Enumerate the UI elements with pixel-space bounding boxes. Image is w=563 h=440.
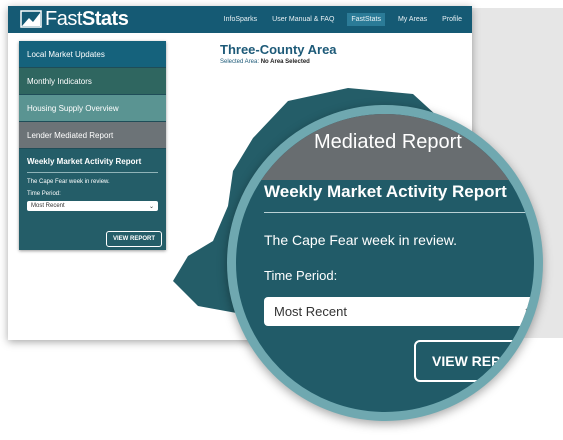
zoom-lender-mediated-label: Mediated Report xyxy=(314,131,462,153)
zoom-divider xyxy=(264,212,534,213)
nav-user-manual[interactable]: User Manual & FAQ xyxy=(270,13,336,26)
sidebar-item-lender-mediated[interactable]: Lender Mediated Report xyxy=(19,122,166,149)
magnifier-zoom: Mediated Report Weekly Market Activity R… xyxy=(227,105,543,421)
nav-my-areas[interactable]: My Areas xyxy=(396,13,429,26)
zoom-time-period-select[interactable]: Most Recent xyxy=(264,297,534,326)
time-period-select[interactable]: Most Recent ⌄ xyxy=(27,201,158,211)
sidebar-item-housing-supply[interactable]: Housing Supply Overview xyxy=(19,95,166,122)
view-report-button[interactable]: VIEW REPORT xyxy=(105,231,162,247)
zoom-view-report-button[interactable]: VIEW REPORT xyxy=(414,340,534,382)
zoom-time-period-value: Most Recent xyxy=(274,304,347,319)
header-bar: FastStats InfoSparks User Manual & FAQ F… xyxy=(8,6,472,33)
nav-faststats[interactable]: FastStats xyxy=(347,13,385,26)
weekly-report-panel: Weekly Market Activity Report The Cape F… xyxy=(19,149,166,211)
top-nav: InfoSparks User Manual & FAQ FastStats M… xyxy=(211,6,464,33)
sidebar-item-monthly-indicators[interactable]: Monthly Indicators xyxy=(19,68,166,95)
zoom-weekly-title: Weekly Market Activity Report xyxy=(264,182,507,201)
zoom-lender-mediated-item[interactable]: Mediated Report xyxy=(236,114,534,180)
time-period-value: Most Recent xyxy=(31,203,65,209)
bar-chart-icon xyxy=(20,10,42,28)
nav-infosparks[interactable]: InfoSparks xyxy=(222,13,259,26)
zoom-weekly-subtitle: The Cape Fear week in review. xyxy=(264,232,457,248)
faststats-logo[interactable]: FastStats xyxy=(20,8,129,30)
sidebar-item-local-market-updates[interactable]: Local Market Updates xyxy=(19,41,166,68)
selected-area-text: Selected Area: No Area Selected xyxy=(220,59,310,65)
weekly-report-subtitle: The Cape Fear week in review. xyxy=(27,179,110,185)
time-period-label: Time Period: xyxy=(27,191,61,197)
report-sidebar: Local Market Updates Monthly Indicators … xyxy=(19,41,166,250)
zoom-time-period-label: Time Period: xyxy=(264,268,338,283)
weekly-report-title: Weekly Market Activity Report xyxy=(27,157,158,173)
chevron-down-icon: ⌄ xyxy=(148,203,154,210)
nav-profile[interactable]: Profile xyxy=(440,13,464,26)
logo-text: FastStats xyxy=(45,8,129,30)
area-title: Three-County Area xyxy=(220,42,337,57)
